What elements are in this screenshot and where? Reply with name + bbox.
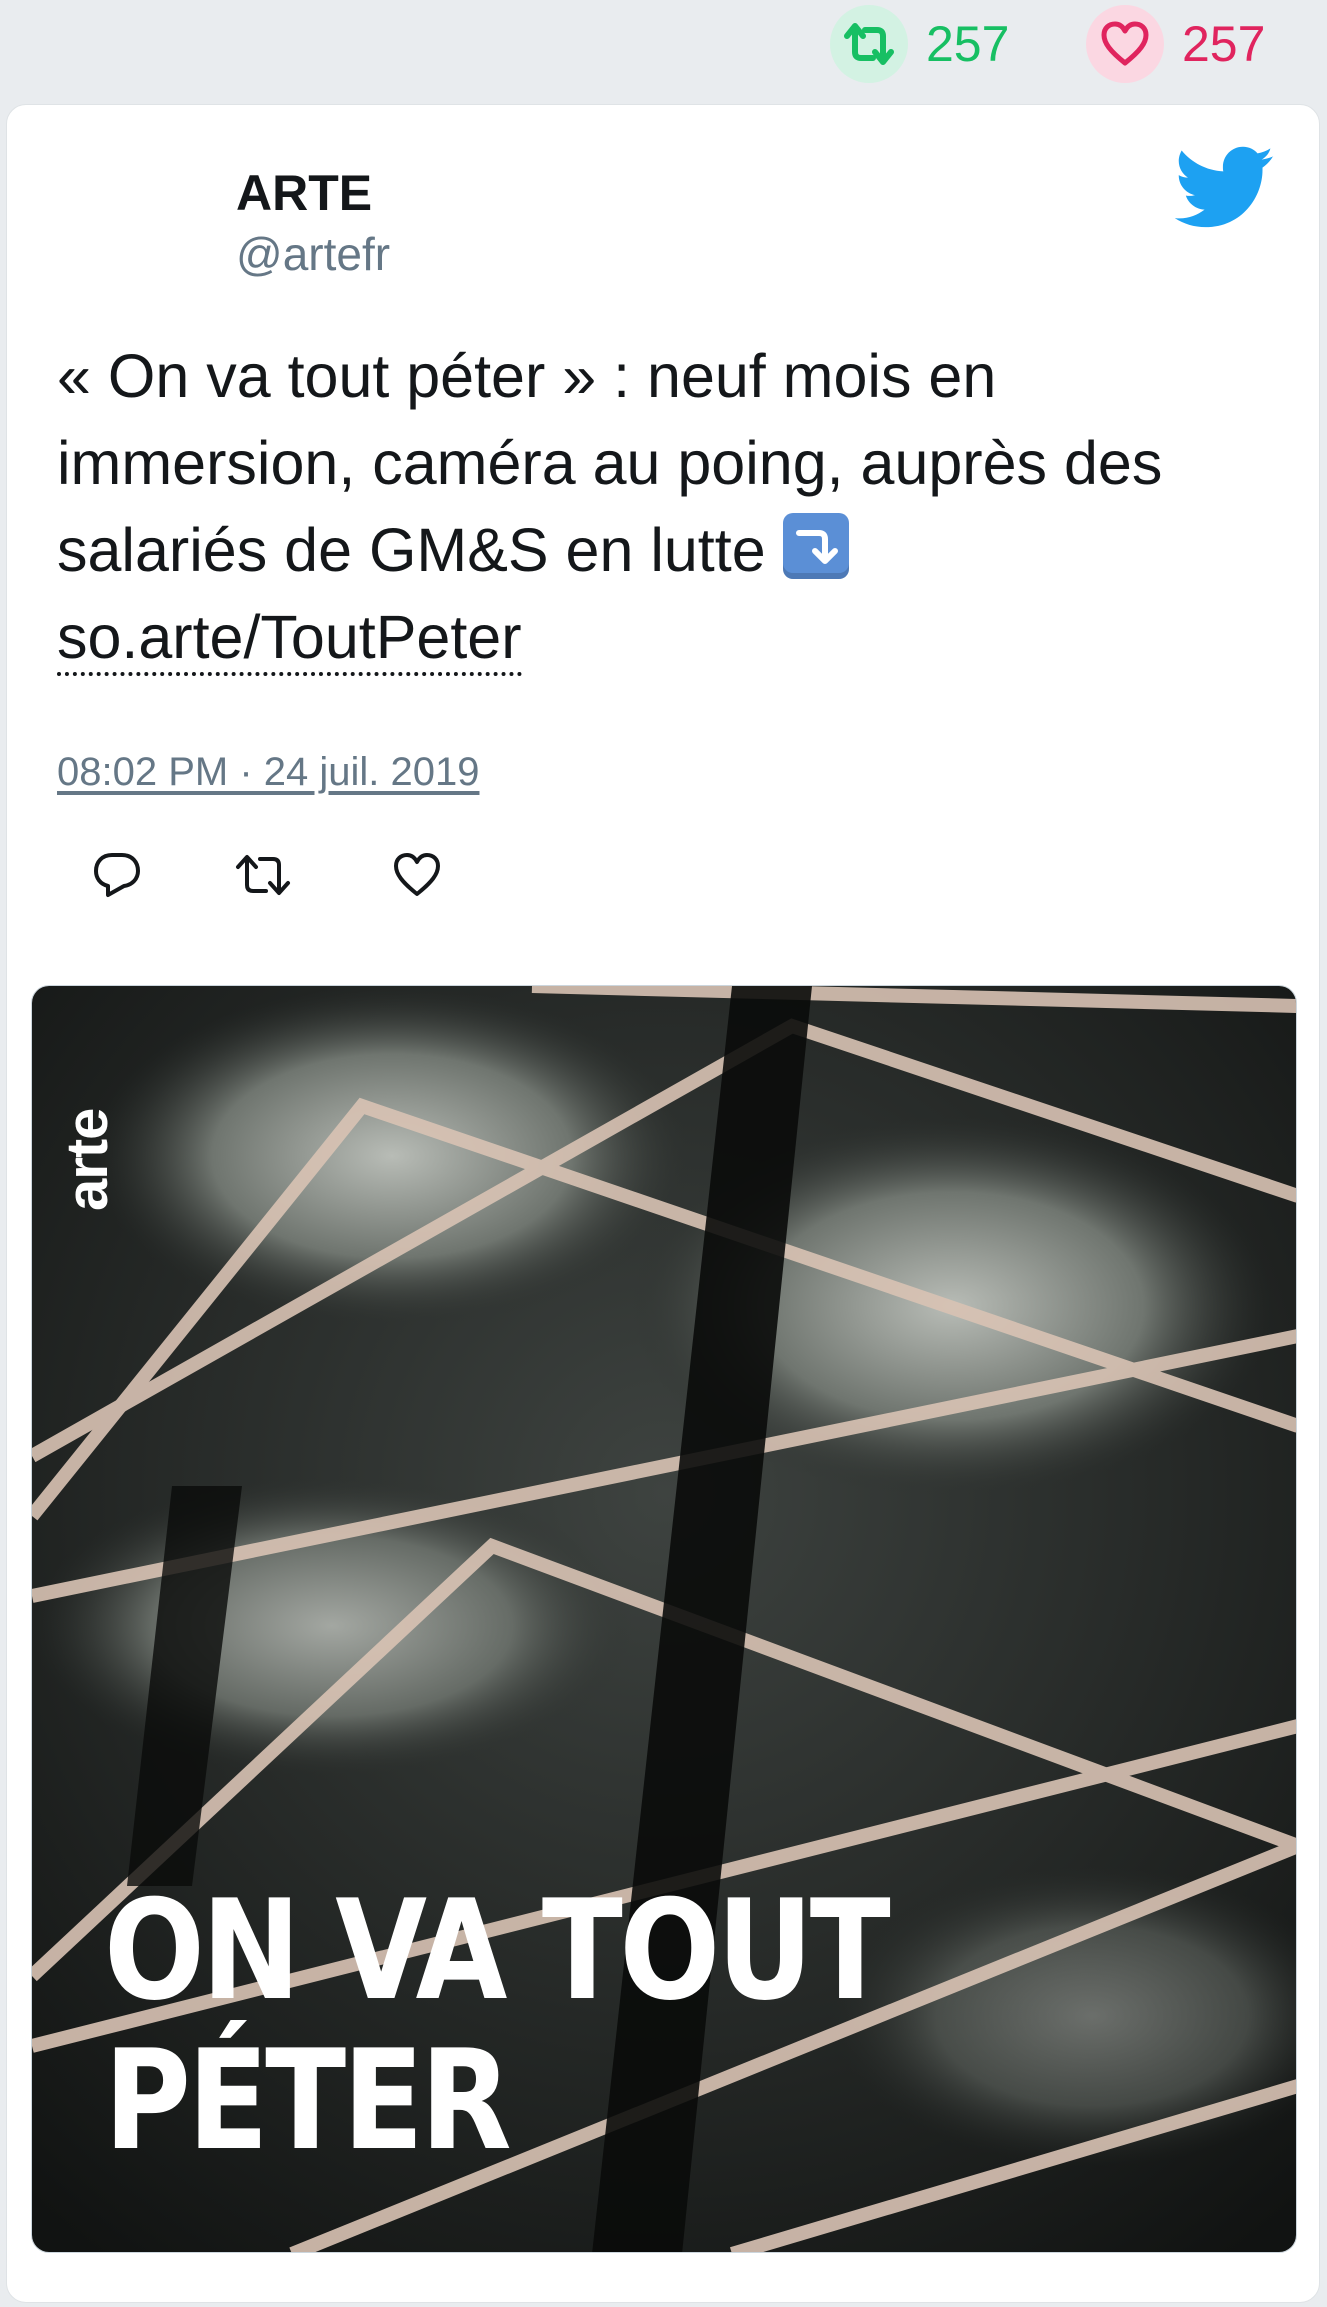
heart-icon — [394, 853, 440, 896]
retweet-button[interactable] — [223, 835, 303, 915]
reply-icon — [94, 853, 140, 897]
retweet-count-stat[interactable]: 257 — [830, 4, 1009, 84]
avatar[interactable] — [63, 165, 213, 315]
arte-logo: arte — [55, 1108, 120, 1211]
tweet-actions — [57, 835, 557, 915]
author-handle[interactable]: @artefr — [236, 227, 390, 282]
twitter-bird-icon[interactable] — [1174, 145, 1275, 231]
tweet-text: « On va tout péter » : neuf mois en imme… — [57, 333, 1287, 681]
like-count-stat[interactable]: 257 — [1086, 4, 1265, 84]
heart-icon — [1086, 5, 1164, 83]
arrow-right-hook-down-icon — [782, 513, 849, 579]
retweet-count: 257 — [926, 16, 1010, 72]
tweet-timestamp[interactable]: 08:02 PM · 24 juil. 2019 — [57, 750, 479, 795]
tweet-media-image[interactable]: arte ON VA TOUT PÉTER — [31, 985, 1297, 2253]
tweet-stats-bar: 257 257 — [0, 0, 1327, 100]
like-button[interactable] — [377, 835, 457, 915]
poster-title-line1: ON VA TOUT — [104, 1870, 891, 2031]
poster-title-line2: PÉTER — [104, 2020, 512, 2181]
tweet-link[interactable]: so.arte/ToutPeter — [57, 602, 522, 676]
like-count: 257 — [1182, 16, 1266, 72]
tweet-card: ARTE @artefr « On va tout péter » : neuf… — [6, 104, 1320, 2303]
poster-title: ON VA TOUT PÉTER — [104, 1870, 891, 2181]
retweet-icon — [830, 5, 908, 83]
tweet-body: « On va tout péter » : neuf mois en imme… — [57, 342, 1163, 584]
author-name[interactable]: ARTE — [236, 163, 372, 223]
reply-button[interactable] — [77, 835, 157, 915]
retweet-icon — [236, 855, 290, 895]
